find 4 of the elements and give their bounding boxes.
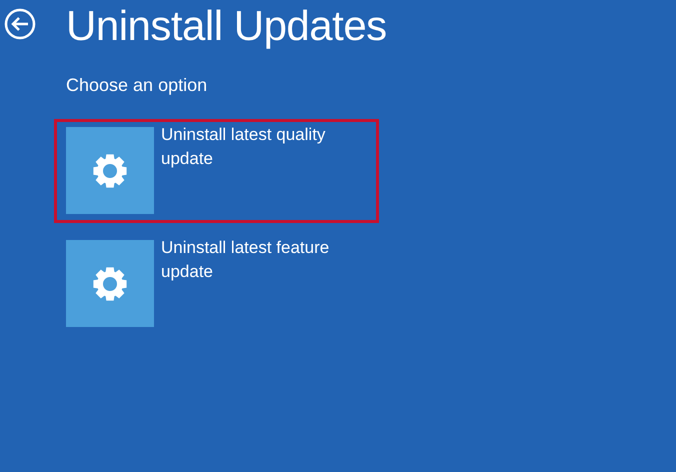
subtitle: Choose an option <box>66 74 208 96</box>
page-title: Uninstall Updates <box>66 1 387 51</box>
option-tile[interactable]: Uninstall latest feature update <box>54 232 379 336</box>
option-tile[interactable]: Uninstall latest quality update <box>54 119 379 223</box>
